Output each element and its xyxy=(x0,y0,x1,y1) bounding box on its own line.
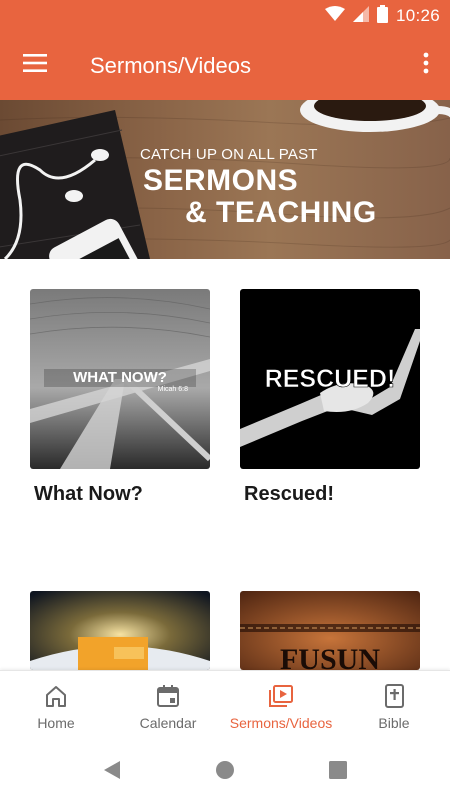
bible-icon xyxy=(381,683,407,709)
banner-heading: SERMONS xyxy=(143,164,299,197)
banner-text: CATCH UP ON ALL PAST SERMONS & TEACHING xyxy=(0,100,450,259)
status-bar: 10:26 xyxy=(0,0,450,32)
sermon-thumbnail[interactable]: WHAT NOW? Micah 6:8 xyxy=(30,289,210,469)
menu-button[interactable] xyxy=(12,42,58,88)
hero-banner[interactable]: CATCH UP ON ALL PAST SERMONS & TEACHING xyxy=(0,100,450,259)
calendar-icon xyxy=(155,683,181,709)
sermon-title[interactable]: What Now? xyxy=(34,483,143,506)
thumbnail-title: WHAT NOW? xyxy=(73,369,167,386)
nav-label: Home xyxy=(37,715,75,731)
bottom-navigation: Home Calendar Sermons/Videos Bible xyxy=(0,670,450,740)
status-time: 10:26 xyxy=(395,6,440,25)
overflow-menu-button[interactable] xyxy=(408,42,444,88)
banner-tagline: CATCH UP ON ALL PAST xyxy=(140,146,318,163)
hamburger-icon xyxy=(23,53,47,77)
wifi-icon xyxy=(324,5,345,27)
video-library-icon xyxy=(268,683,294,709)
nav-label: Calendar xyxy=(139,715,197,731)
recents-icon[interactable] xyxy=(326,758,350,782)
more-vert-icon xyxy=(423,52,429,79)
sermon-thumbnail[interactable]: FUSUN xyxy=(240,591,420,670)
nav-item-bible[interactable]: Bible xyxy=(356,671,432,741)
nav-label: Sermons/Videos xyxy=(229,715,333,731)
thumbnail-title: FUSUN xyxy=(280,643,380,670)
nav-item-home[interactable]: Home xyxy=(18,671,94,741)
home-circle-icon[interactable] xyxy=(213,758,237,782)
back-icon[interactable] xyxy=(100,758,124,782)
sermon-thumbnail[interactable]: RESCUED! xyxy=(240,289,420,469)
nav-item-sermons-videos[interactable]: Sermons/Videos xyxy=(221,671,341,741)
thumbnail-reference: Micah 6:8 xyxy=(158,386,188,393)
sermon-thumbnail[interactable] xyxy=(30,591,210,670)
banner-subheading: & TEACHING xyxy=(185,196,377,229)
battery-icon xyxy=(376,4,388,28)
app-bar: Sermons/Videos xyxy=(0,32,450,100)
nav-item-calendar[interactable]: Calendar xyxy=(130,671,206,741)
page-title: Sermons/Videos xyxy=(90,53,252,78)
sermon-title[interactable]: Rescued! xyxy=(244,483,334,506)
system-navigation-bar xyxy=(0,740,450,800)
nav-label: Bible xyxy=(378,715,410,731)
signal-icon xyxy=(352,5,369,27)
status-icons: 10:26 xyxy=(324,4,440,28)
thumbnail-title: RESCUED! xyxy=(265,365,396,393)
home-icon xyxy=(43,683,69,709)
